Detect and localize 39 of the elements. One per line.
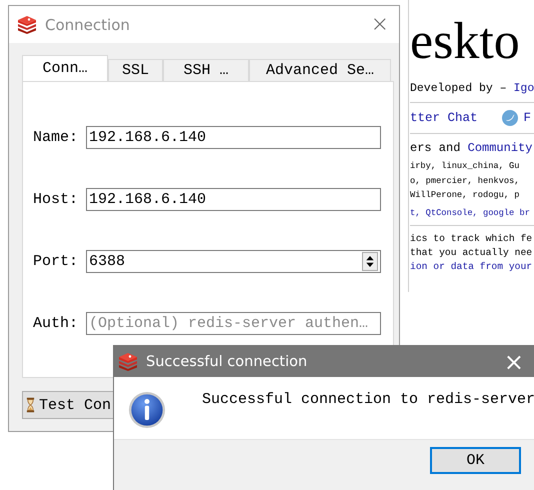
contributor-text: irby, linux_china, Gu [410,160,520,173]
window-title: Connection [45,16,131,34]
ok-button[interactable]: OK [430,447,521,474]
info-text: that you actually nee [410,246,534,260]
link-line[interactable]: t, QtConsole, google br [410,206,534,220]
redis-logo-icon [17,16,37,34]
link-line[interactable]: ion or data from your [410,260,534,274]
community-link[interactable]: Community [468,141,532,155]
info-text: ics to track which fe [410,232,534,246]
field-label: Name: [33,129,80,146]
hourglass-icon [26,397,35,413]
field-label: Host: [33,191,80,208]
info-icon [128,391,166,429]
tab[interactable]: Conn… [22,55,108,81]
tab[interactable]: Advanced Se… [249,59,391,81]
spin-arrows-icon[interactable] [362,252,378,271]
page-heading: eskto [410,12,521,72]
chat-link[interactable]: tter Chat [410,111,478,125]
section-title: ers and [410,141,460,155]
redis-logo-icon [118,352,138,370]
input-field[interactable]: (Optional) redis-server authen… [86,312,381,335]
input-field[interactable]: 192.168.6.140 [86,126,381,149]
contributor-text: o, pmercier, henkvos, [410,174,520,188]
author-link[interactable]: Igo [514,82,534,95]
field-label: Port: [33,253,80,270]
bird-icon [502,110,518,126]
input-field[interactable]: 192.168.6.140 [86,188,381,211]
dialog-title: Successful connection [146,354,308,370]
contributor-text: WillPerone, rodogu, p [410,189,520,202]
tab[interactable]: SSL [108,59,163,81]
close-button[interactable]: × [360,12,399,37]
social-link[interactable]: F [524,111,532,125]
field-label: Auth: [33,315,80,332]
byline-text: Developed by – [410,82,507,95]
tab[interactable]: SSH … [163,59,249,81]
dialog-message: Successful connection to redis-server [202,391,534,408]
test-connection-button[interactable]: Test Con [22,391,114,419]
port-spinbox[interactable]: 6388 [86,250,381,273]
close-button[interactable]: × [500,348,528,376]
